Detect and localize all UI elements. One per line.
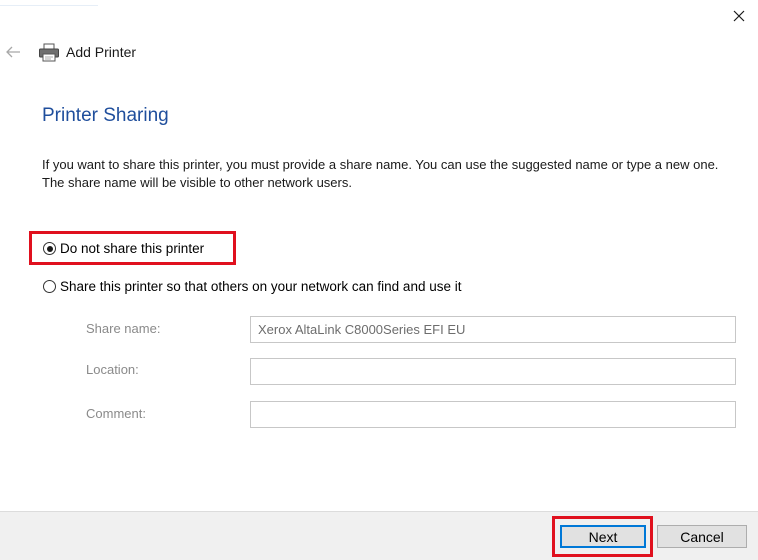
close-icon (733, 10, 745, 22)
share-printer-label: Share this printer so that others on you… (60, 279, 462, 294)
share-name-input[interactable] (250, 316, 736, 343)
page-title: Printer Sharing (42, 105, 169, 126)
location-label: Location: (86, 362, 139, 377)
comment-label: Comment: (86, 406, 146, 421)
location-input[interactable] (250, 358, 736, 385)
window-top-edge (0, 5, 98, 6)
back-button[interactable] (4, 44, 22, 60)
do-not-share-radio[interactable] (43, 242, 56, 255)
do-not-share-option[interactable]: Do not share this printer (43, 241, 204, 256)
share-printer-radio[interactable] (43, 280, 56, 293)
window-title: Add Printer (66, 44, 137, 60)
share-name-label: Share name: (86, 321, 161, 336)
cancel-button[interactable]: Cancel (657, 525, 747, 548)
next-button[interactable]: Next (560, 525, 646, 548)
close-button[interactable] (726, 3, 752, 29)
back-arrow-icon (6, 46, 20, 58)
share-printer-option[interactable]: Share this printer so that others on you… (43, 279, 461, 294)
printer-icon (38, 43, 60, 63)
comment-input[interactable] (250, 401, 736, 428)
sharing-description: If you want to share this printer, you m… (42, 157, 719, 190)
do-not-share-label: Do not share this printer (60, 241, 205, 256)
